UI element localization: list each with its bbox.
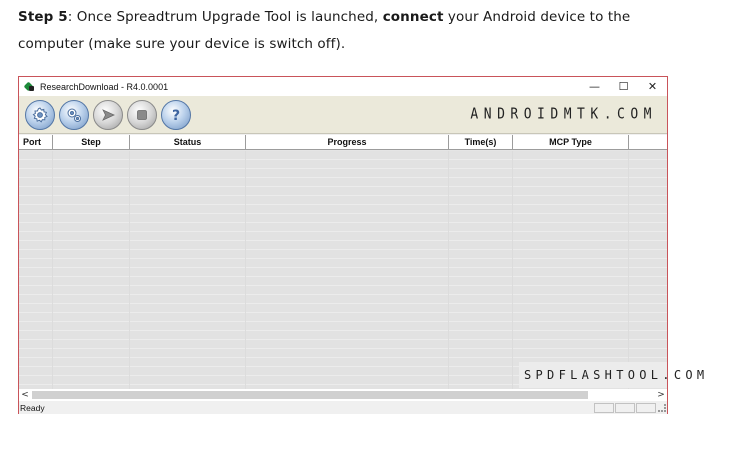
stop-download-button[interactable] <box>127 99 157 130</box>
status-text: Ready <box>20 402 45 413</box>
port-list-grid[interactable]: Port Step Status Progress Time(s) MCP Ty… <box>19 135 667 389</box>
scroll-thumb[interactable] <box>32 391 588 399</box>
stop-icon <box>137 109 147 120</box>
window-title: ResearchDownload - R4.0.0001 <box>40 81 169 92</box>
play-icon <box>102 108 115 121</box>
settings-button[interactable] <box>59 99 89 130</box>
column-header-mcp-type[interactable]: MCP Type <box>513 135 629 150</box>
article-text-part1: : Once Spreadtrum Upgrade Tool is launch… <box>67 9 383 25</box>
column-header-progress[interactable]: Progress <box>246 135 449 150</box>
grid-line <box>512 151 513 389</box>
column-header-filler <box>629 135 667 150</box>
title-bar[interactable]: ResearchDownload - R4.0.0001 — ☐ ✕ <box>19 77 667 96</box>
article-bold-word: connect <box>382 9 444 25</box>
grid-body <box>19 151 667 389</box>
step-label: Step 5 <box>18 9 68 25</box>
load-packet-button[interactable] <box>25 99 55 130</box>
gears-icon <box>67 108 81 122</box>
site-watermark: SPDFLASHTOOL.COM <box>519 362 704 388</box>
article-text-part2: your Android device to the <box>443 9 631 25</box>
status-panel <box>636 402 656 413</box>
status-bar: Ready <box>19 401 667 414</box>
grid-line <box>628 151 629 389</box>
help-icon: ? <box>172 108 180 124</box>
start-download-button[interactable] <box>93 99 123 130</box>
help-button[interactable]: ? <box>161 99 191 130</box>
column-header-time[interactable]: Time(s) <box>449 135 513 150</box>
horizontal-scrollbar[interactable]: < > <box>19 389 667 401</box>
column-header-status[interactable]: Status <box>130 135 246 150</box>
article-line-2: computer (make sure your device is switc… <box>18 36 346 52</box>
article-text: Step 5: Once Spreadtrum Upgrade Tool is … <box>18 4 718 58</box>
grid-header: Port Step Status Progress Time(s) MCP Ty… <box>19 135 667 150</box>
toolbar: ? ANDROIDMTK.COM <box>19 96 667 134</box>
close-button[interactable]: ✕ <box>638 77 667 96</box>
minimize-button[interactable]: — <box>580 77 609 96</box>
grid-line <box>129 151 130 389</box>
scroll-right-arrow[interactable]: > <box>655 389 667 401</box>
status-panel <box>594 402 614 413</box>
svg-text:?: ? <box>172 108 180 124</box>
column-header-port[interactable]: Port <box>19 135 53 150</box>
article-line-1: Step 5: Once Spreadtrum Upgrade Tool is … <box>18 4 718 31</box>
research-download-window: ResearchDownload - R4.0.0001 — ☐ ✕ ? AND… <box>18 76 704 414</box>
resize-grip[interactable] <box>658 403 666 412</box>
brand-watermark: ANDROIDMTK.COM <box>470 105 657 124</box>
grid-line <box>448 151 449 389</box>
grid-column-lines <box>19 151 667 389</box>
grid-line <box>245 151 246 389</box>
status-panels <box>593 402 656 413</box>
status-panel <box>615 402 635 413</box>
gear-icon <box>32 106 48 123</box>
grid-line <box>52 151 53 389</box>
window-controls: — ☐ ✕ <box>580 77 667 96</box>
column-header-step[interactable]: Step <box>53 135 130 150</box>
scroll-left-arrow[interactable]: < <box>19 389 31 401</box>
maximize-button[interactable]: ☐ <box>609 77 638 96</box>
app-icon <box>24 81 36 93</box>
